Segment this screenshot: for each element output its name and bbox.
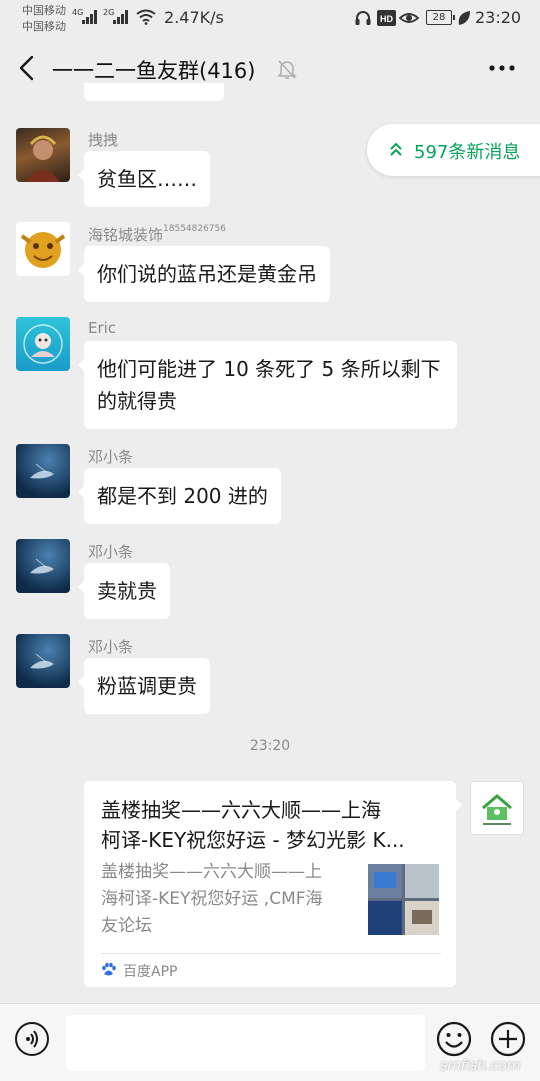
more-icon[interactable] xyxy=(488,64,516,72)
eye-care-icon xyxy=(399,13,419,23)
chat-title: 一一二一鱼友群(416) xyxy=(52,59,256,83)
leaf-icon xyxy=(458,11,470,25)
plus-icon[interactable] xyxy=(490,1021,526,1057)
avatar[interactable] xyxy=(16,222,70,276)
new-messages-button[interactable]: 597条新消息 xyxy=(367,124,540,176)
signal-bars-2-icon xyxy=(113,10,129,24)
link-card-source: 百度APP xyxy=(123,964,178,980)
hd-icon: HD xyxy=(377,10,396,26)
message-bubble[interactable]: 你们说的蓝吊还是黄金吊 xyxy=(78,246,330,302)
link-card[interactable]: 盖楼抽奖——六六大顺——上海 柯译-KEY祝您好运 - 梦幻光影 K... 盖楼… xyxy=(84,781,462,987)
wifi-icon xyxy=(136,9,156,25)
back-icon[interactable] xyxy=(16,54,38,82)
chat-header: 一一二一鱼友群(416) xyxy=(0,38,540,100)
time-divider: 23:20 xyxy=(249,738,291,754)
avatar[interactable] xyxy=(16,317,70,371)
clock: 23:20 xyxy=(475,8,522,27)
avatar[interactable] xyxy=(16,128,70,182)
network-speed: 2.47K/s xyxy=(164,8,224,27)
sender-name: 邓小条 xyxy=(88,448,134,466)
baidu-paw-icon xyxy=(102,962,116,976)
double-chevron-up-icon xyxy=(390,142,402,156)
link-card-divider xyxy=(101,953,441,954)
status-bar: 中国移动 中国移动 4G 2G 2.47K/s HD 28 23:20 xyxy=(0,0,540,38)
carrier-2: 中国移动 xyxy=(22,20,66,33)
signal-bars-1-icon xyxy=(82,10,98,24)
partial-message-bubble[interactable] xyxy=(84,83,224,101)
message-bubble[interactable]: 卖就贵 xyxy=(78,563,170,619)
avatar[interactable] xyxy=(16,444,70,498)
watermark: smfish.com xyxy=(440,1058,521,1074)
self-avatar[interactable] xyxy=(470,781,524,835)
avatar[interactable] xyxy=(16,539,70,593)
message-bubble[interactable]: 贫鱼区…… xyxy=(78,151,210,207)
emoji-icon[interactable] xyxy=(436,1021,472,1057)
message-bubble[interactable]: 粉蓝调更贵 xyxy=(78,658,210,714)
svg-text:HD: HD xyxy=(380,14,393,24)
sender-phone: 18554826756 xyxy=(163,224,227,234)
new-messages-label: 597条新消息 xyxy=(414,142,521,163)
message-input[interactable] xyxy=(66,1015,425,1071)
link-card-description: 盖楼抽奖——六六大顺——上 海柯译-KEY祝您好运 ,CMF海 友论坛 xyxy=(101,862,323,936)
avatar[interactable] xyxy=(16,634,70,688)
sender-name: 拽拽 xyxy=(88,131,119,149)
sender-name: 邓小条 xyxy=(88,638,134,656)
link-card-thumbnail xyxy=(368,864,439,935)
sender-name: 海铭城装饰18554826756 xyxy=(88,224,227,244)
message-bubble[interactable]: 他们可能进了 10 条死了 5 条所以剩下的就得贵 xyxy=(78,341,457,429)
battery-icon: 28 xyxy=(426,10,455,25)
sender-name: 邓小条 xyxy=(88,543,134,561)
sender-name: Eric xyxy=(88,319,117,337)
mute-bell-icon xyxy=(277,60,297,79)
voice-button[interactable] xyxy=(15,1022,49,1056)
voice-icon xyxy=(26,1030,38,1048)
message-bubble[interactable]: 都是不到 200 进的 xyxy=(78,468,281,524)
carrier-1: 中国移动 xyxy=(22,4,66,17)
headphones-icon xyxy=(355,11,371,25)
link-card-title: 盖楼抽奖——六六大顺——上海 柯译-KEY祝您好运 - 梦幻光影 K... xyxy=(101,798,405,852)
